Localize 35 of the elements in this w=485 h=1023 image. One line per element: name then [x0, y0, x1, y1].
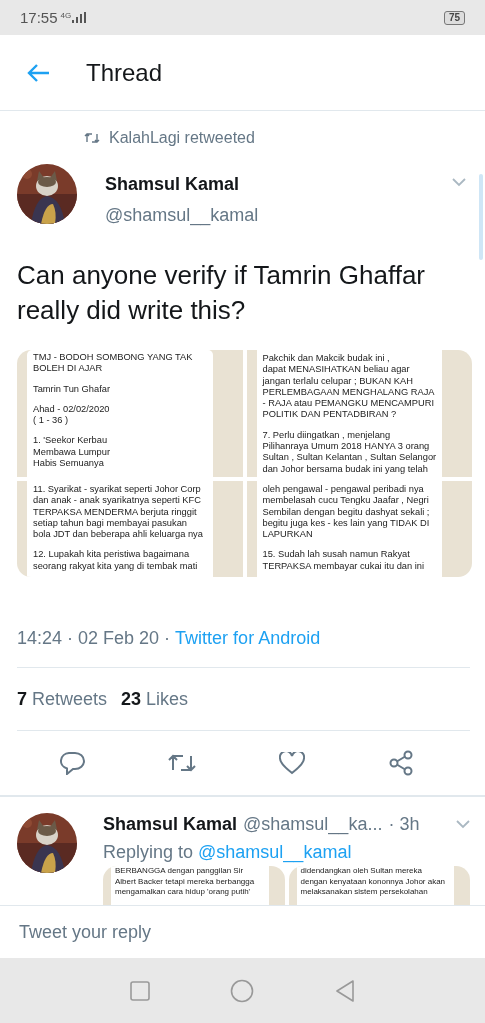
battery-icon: 75 [443, 10, 465, 25]
message-text: Pakchik dan Makcik budak ini , dapat MENASIHATKAN beliau agar jangan terlalu celupar ; BUKAN KAH PERLEMBAGAAN MENGHALANG RAJA - RAJA atau PEMANGKU MENCAMPURI POLITIK DAN PENTADBIRAN ? [262, 353, 436, 421]
message-screenshot[interactable]: didendangkan oleh Sultan mereka dengan kenyataan kononnya Johor akan melaksanakan sistem persekolahan [288, 866, 470, 905]
message-screenshot[interactable]: TMJ - BODOH SOMBONG YANG TAK BOLEH DI AJAR Tamrin Tun Ghafar Ahad - 02/02/2020 ( 1 - 36 ) 1. 'Seekor Kerbau Membawa Lumpur Habis Semuanya [17, 350, 243, 477]
message-text: BERBANGGA dengan panggilan Sir Albert Backer tetapi mereka berbangga mengamalkan cara hidup 'orang putih' [115, 866, 256, 898]
message-screenshot[interactable]: BERBANGGA dengan panggilan Sir Albert Backer tetapi mereka berbangga mengamalkan cara hidup 'orang putih' [103, 866, 285, 905]
author-handle[interactable]: @shamsul__kamal [105, 205, 259, 226]
screen-title: Thread [86, 58, 163, 87]
reply-input[interactable]: Tweet your reply [17, 920, 468, 944]
source-link[interactable]: Twitter for Android [175, 626, 321, 650]
author-handle[interactable]: @shamsul__ka... [243, 813, 383, 835]
replying-to-text: Replying to @shamsul__kamal [103, 841, 353, 863]
message-text: didendangkan oleh Sultan mereka dengan kenyataan kononnya Johor akan melaksanakan sistem persekolahan [300, 866, 447, 898]
reply-time: · 3h [388, 813, 420, 835]
message-text: TMJ - BODOH SOMBONG YANG TAK BOLEH DI AJAR [33, 352, 194, 375]
message-text: Ahad - 02/02/2020 ( 1 - 36 ) [33, 403, 111, 427]
stat-label[interactable]: Likes [146, 688, 189, 710]
stat-label[interactable]: Retweets [32, 688, 108, 710]
message-text: 7. Perlu diingatkan , menjelang Pilihanraya Umum 2018 HANYA 3 orang Sultan , Sultan Kelantan , Sultan Selangor dan Johor bersama budak ini yang telah [262, 429, 436, 475]
message-text: oleh pengawal - pengawal peribadi nya membelasah cucu Tengku Jaafar , Negri Sembilan dengan begitu dashyat sekali ; begitu juga kes - kes lain yang TIDAK DI LAPURKAN [262, 484, 431, 541]
author-name[interactable]: Shamsul Kamal [105, 174, 259, 195]
author-name[interactable]: Shamsul Kamal [103, 813, 238, 835]
message-text: 1. 'Seekor Kerbau Membawa Lumpur Habis Semuanya [33, 435, 111, 470]
message-text: 11. Syarikat - syarikat seperti Johor Corp dan anak - anak syarikatnya seperti KFC TERPAKSA MENDERMA berjuta ringgit setiap tahun bagi membayai pasukan bola JDT dan beberapa ahli keluarga nya [33, 484, 204, 541]
clock: 17:55 [20, 9, 58, 26]
stat-count: 7 [17, 688, 27, 710]
tweet-text: Can anyone verify if Tamrin Ghaffar really did write this? [17, 259, 426, 327]
network-label: 4G [60, 12, 72, 20]
retweeted-label[interactable]: KalahLagi retweeted [109, 129, 255, 147]
message-text: Tamrin Tun Ghafar [33, 383, 111, 395]
message-text: 15. Sudah lah susah namun Rakyat TERPAKSA membayar cukai itu dan ini [262, 549, 426, 573]
mention-link[interactable]: @shamsul__kamal [198, 842, 352, 862]
stat-count: 23 [121, 688, 142, 710]
message-text: 12. Lupakah kita peristiwa bagaimana seorang rakyat kita yang di tembak mati [33, 549, 199, 573]
timestamp: 14:24 · 02 Feb 20 · [17, 627, 172, 650]
